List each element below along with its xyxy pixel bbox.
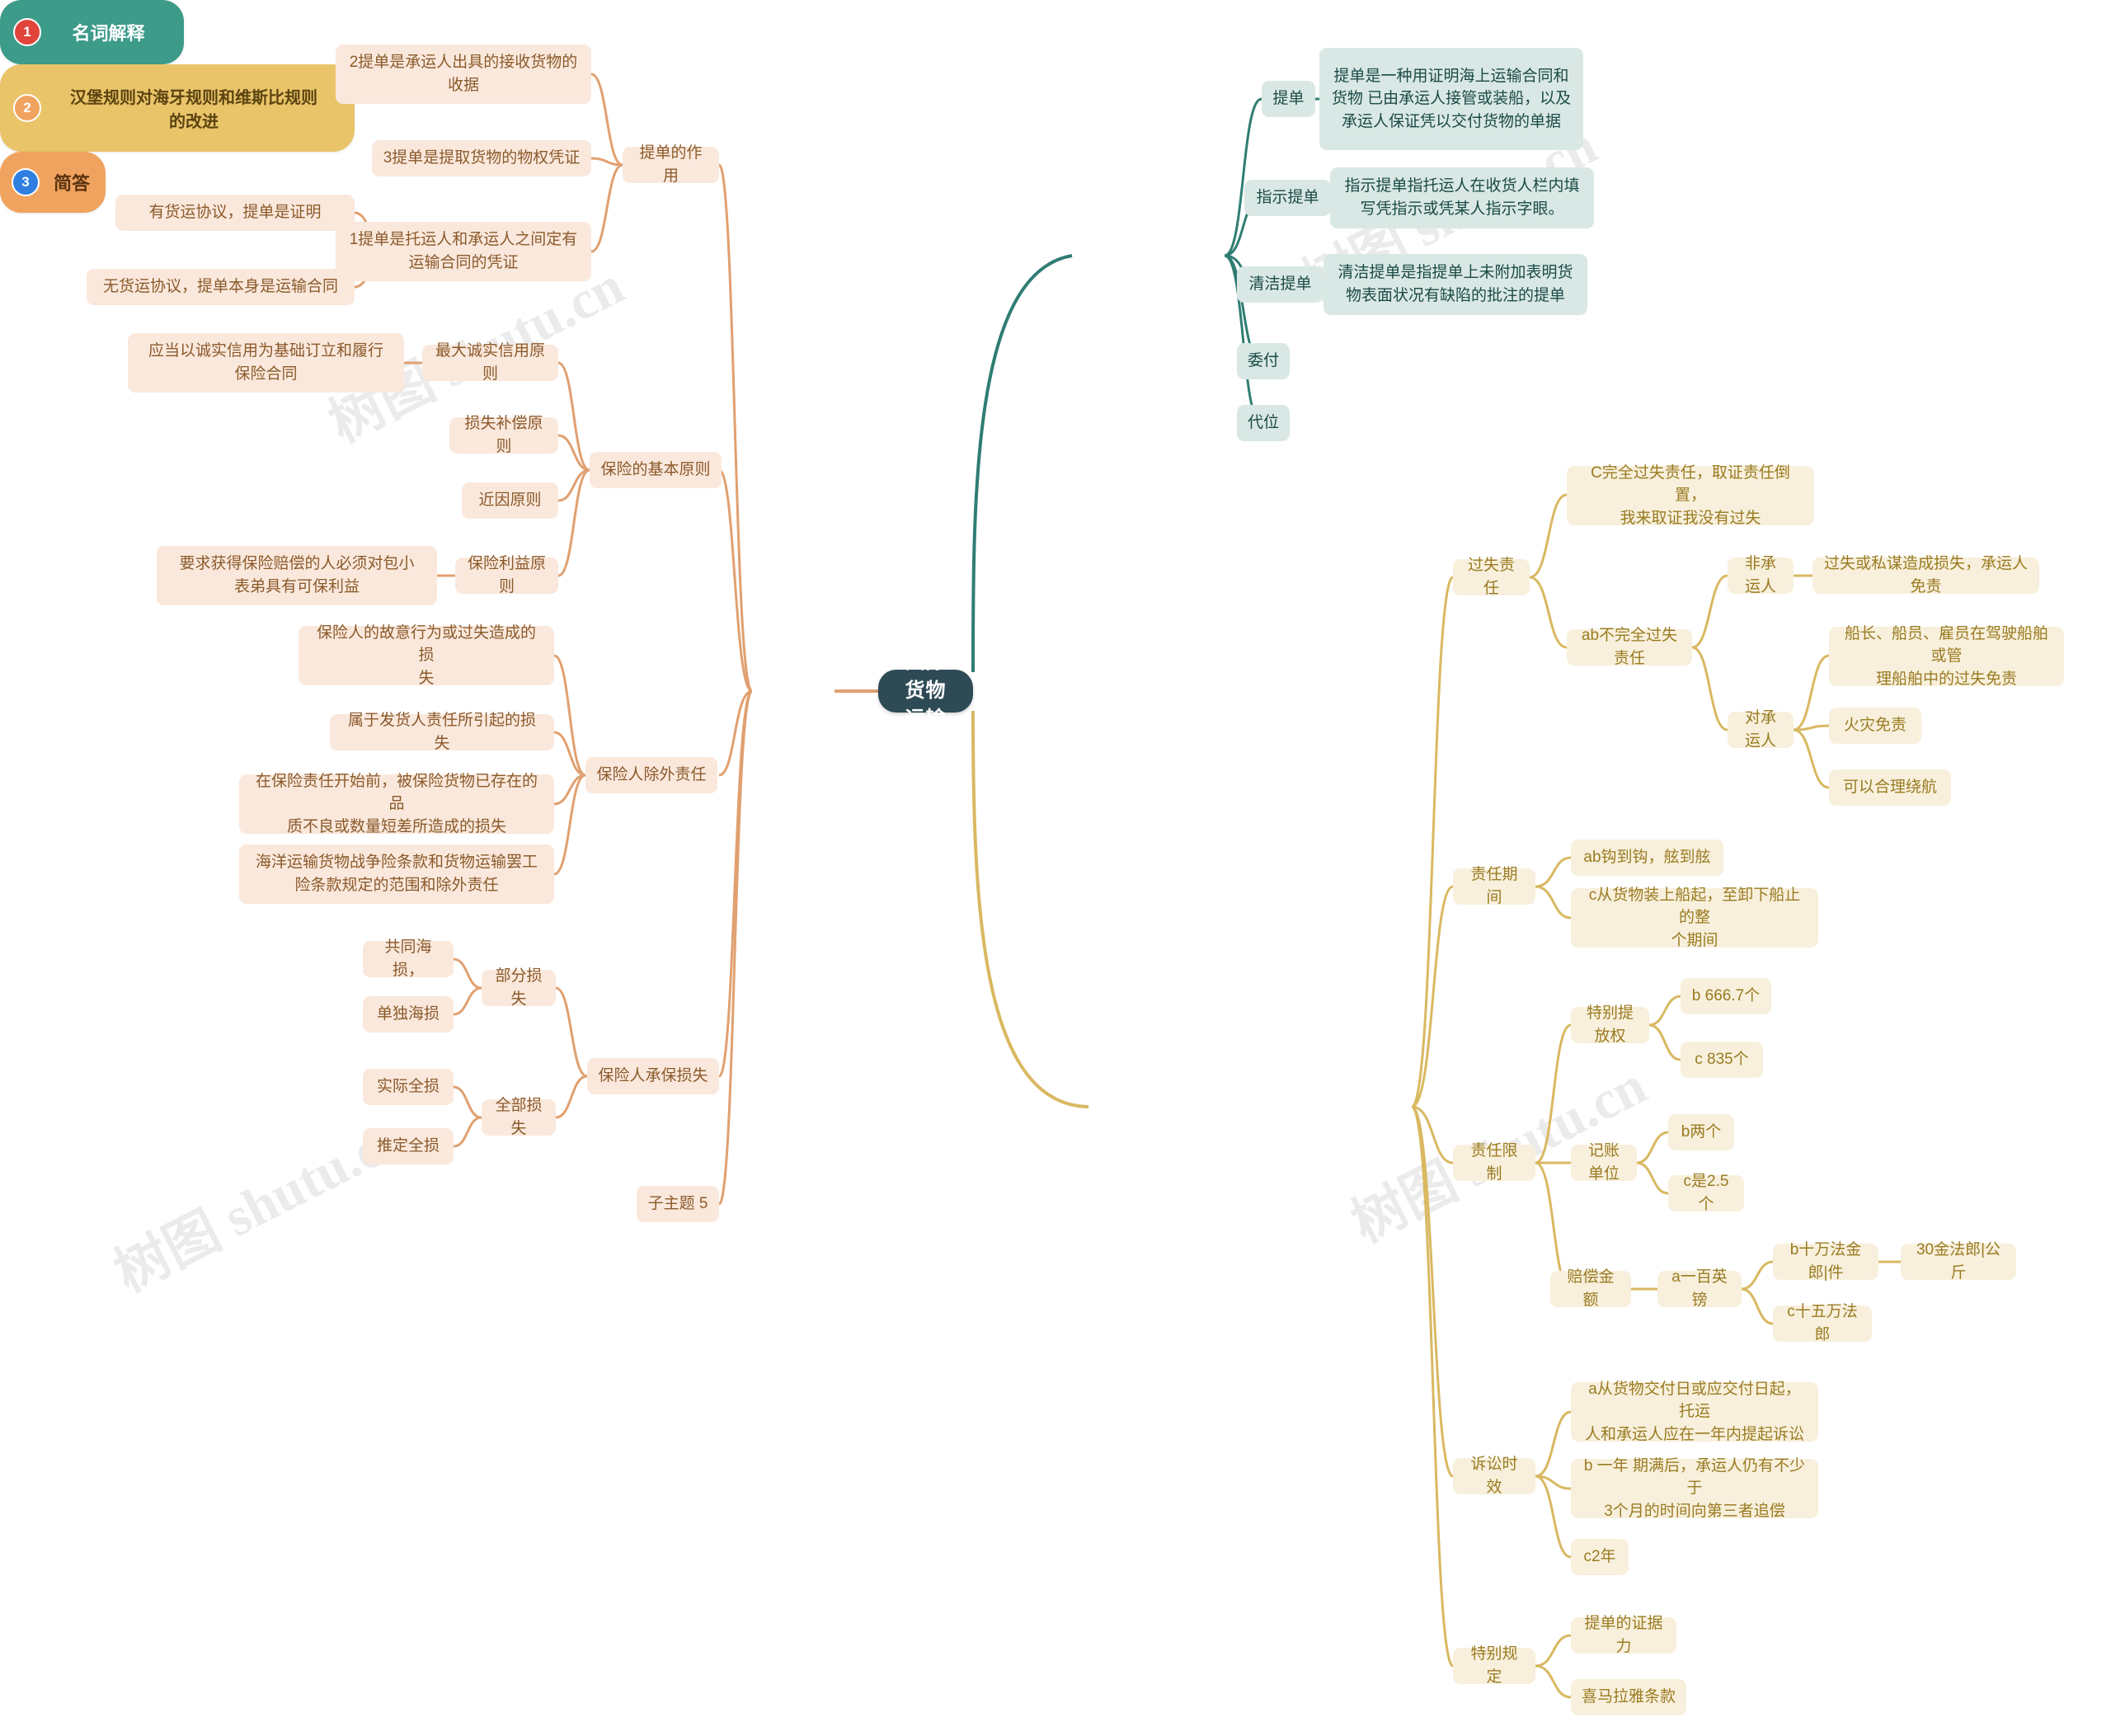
node-zeren-qijian-ab[interactable]: ab钩到钩，舷到舷	[1571, 840, 1723, 876]
node-peichang-b2[interactable]: 30金法郎|公斤	[1901, 1241, 2016, 1282]
node-zeren-xianzhi[interactable]: 责任限制	[1453, 1142, 1535, 1183]
node-susong-shixiao[interactable]: 诉讼时效	[1453, 1456, 1535, 1496]
node-peichang-jine[interactable]: 赔偿金额	[1550, 1268, 1631, 1309]
node-tifangquan-b[interactable]: b 666.7个	[1681, 978, 1771, 1014]
node-weifu[interactable]: 委付	[1237, 343, 1290, 379]
node-peichang-b[interactable]: b十万法金郎|件	[1773, 1241, 1878, 1282]
node-tebie-guiding-2[interactable]: 喜马拉雅条款	[1571, 1679, 1686, 1715]
node-tebie-guiding[interactable]: 特别规定	[1453, 1645, 1535, 1686]
node-susong-b[interactable]: b 一年 期满后，承运人仍有不少于 3个月的时间向第三者追偿	[1571, 1457, 1818, 1520]
node-chengbao-sunshi[interactable]: 保险人承保损失	[587, 1058, 719, 1094]
node-tebie-guiding-1[interactable]: 提单的证据力	[1571, 1615, 1676, 1655]
branch-node-1[interactable]: 1 名词解释	[0, 0, 184, 64]
node-tidan-definition[interactable]: 提单是一种用证明海上运输合同和 货物 已由承运人接管或装船，以及 承运人保证凭以…	[1319, 48, 1583, 150]
node-peichang-a[interactable]: a一百英镑	[1657, 1268, 1742, 1309]
node-tidan-zuoyong[interactable]: 提单的作用	[623, 144, 719, 185]
node-susong-c[interactable]: c2年	[1571, 1539, 1629, 1575]
node-fei-chengyunren[interactable]: 非承运人	[1728, 555, 1794, 595]
node-zeren-qijian-c[interactable]: c从货物装上船起，至卸下船止的整 个期间	[1571, 887, 1818, 949]
node-baoxian-jiben[interactable]: 保险的基本原则	[590, 452, 722, 488]
node-daiwei[interactable]: 代位	[1237, 405, 1290, 441]
node-quanbu-sunshi[interactable]: 全部损失	[482, 1097, 556, 1137]
node-jizhang-danwei[interactable]: 记账单位	[1571, 1142, 1637, 1183]
node-bufen-sunshi[interactable]: 部分损失	[482, 967, 556, 1008]
node-dui-chengyunren-3[interactable]: 可以合理绕航	[1829, 769, 1951, 806]
node-zeren-qijian[interactable]: 责任期间	[1453, 866, 1535, 906]
mindmap-canvas: 树图 shutu.cn 树图 shutu.cn 树图 shutu.cn 树图 s…	[0, 0, 2111, 1736]
node-baoxian-yuanze-3[interactable]: 近因原则	[462, 482, 558, 519]
node-tidan-zuoyong-1[interactable]: 1提单是托运人和承运人之间定有 运输合同的凭证	[336, 222, 591, 281]
node-tidan[interactable]: 提单	[1262, 81, 1315, 117]
branch-node-3[interactable]: 3 简答	[0, 152, 106, 213]
node-chuwai-1[interactable]: 保险人的故意行为或过失造成的损 失	[299, 624, 554, 687]
watermark: 树图 shutu.cn	[106, 1104, 419, 1305]
node-dandu-haisun[interactable]: 单独海损	[363, 996, 454, 1033]
branch-label-2: 汉堡规则对海牙规则和维斯比规则 的改进	[70, 89, 317, 131]
node-jizhang-c[interactable]: c是2.5个	[1668, 1173, 1744, 1213]
node-chuwai-3[interactable]: 在保险责任开始前，被保险货物已存在的品 质不良或数量短差所造成的损失	[239, 773, 554, 835]
node-guoshi-ab[interactable]: ab不完全过失责任	[1567, 627, 1692, 667]
node-dui-chengyunren-2[interactable]: 火灾免责	[1829, 708, 1921, 744]
node-baoxian-yuanze-1[interactable]: 最大诚实信用原则	[422, 342, 558, 383]
node-shiji-quansun[interactable]: 实际全损	[363, 1069, 454, 1105]
node-qingjie-tidan-definition[interactable]: 清洁提单是指提单上未附加表明货 物表面状况有缺陷的批注的提单	[1323, 254, 1587, 315]
root-node[interactable]: 国际货物运输	[878, 651, 973, 730]
node-guoshi-c[interactable]: C完全过失责任，取证责任倒置， 我来取证我没有过失	[1567, 464, 1814, 527]
node-baoxian-yuanze-2[interactable]: 损失补偿原则	[449, 415, 558, 455]
node-gongtong-haisun[interactable]: 共同海损，	[363, 939, 454, 979]
node-tebie-tifangquan[interactable]: 特别提放权	[1571, 1004, 1649, 1045]
node-baoxian-yuanze-1-detail[interactable]: 应当以诚实信用为基础订立和履行 保险合同	[128, 333, 404, 393]
node-tidan-zuoyong-2[interactable]: 2提单是承运人出具的接收货物的 收据	[336, 45, 591, 104]
node-fei-chengyunren-detail[interactable]: 过失或私谋造成损失，承运人免责	[1812, 555, 2039, 595]
node-tidan-zuoyong-3[interactable]: 3提单是提取货物的物权凭证	[372, 140, 591, 176]
node-tuiding-quansun[interactable]: 推定全损	[363, 1128, 454, 1164]
node-chuwai-zeren[interactable]: 保险人除外责任	[585, 757, 717, 793]
node-tidan-zuoyong-1a[interactable]: 有货运协议，提单是证明	[115, 195, 355, 231]
node-zhishi-tidan-definition[interactable]: 指示提单指托运人在收货人栏内填 写凭指示或凭某人指示字眼。	[1330, 167, 1594, 228]
node-zhishi-tidan[interactable]: 指示提单	[1244, 180, 1331, 216]
node-qingjie-tidan[interactable]: 清洁提单	[1237, 266, 1323, 303]
node-susong-a[interactable]: a从货物交付日或应交付日起，托运 人和承运人应在一年内提起诉讼	[1571, 1381, 1818, 1443]
node-baoxian-yuanze-4-detail[interactable]: 要求获得保险赔偿的人必须对包小 表弟具有可保利益	[157, 546, 437, 605]
node-baoxian-yuanze-4[interactable]: 保险利益原则	[455, 555, 558, 595]
node-peichang-c[interactable]: c十五万法郎	[1773, 1303, 1872, 1343]
node-chuwai-2[interactable]: 属于发货人责任所引起的损失	[330, 712, 554, 752]
node-dui-chengyunren[interactable]: 对承运人	[1728, 709, 1794, 750]
node-tidan-zuoyong-1b[interactable]: 无货运协议，提单本身是运输合同	[87, 269, 355, 305]
node-chuwai-4[interactable]: 海洋运输货物战争险条款和货物运输罢工 险条款规定的范围和除外责任	[239, 844, 554, 904]
branch-label-1: 名词解释	[72, 23, 145, 44]
branch-badge-1: 1	[13, 18, 41, 46]
branch-badge-3: 3	[12, 168, 40, 196]
node-tifangquan-c[interactable]: c 835个	[1681, 1042, 1763, 1078]
node-guoshi-zeren[interactable]: 过失责任	[1453, 557, 1530, 597]
branch-node-2[interactable]: 2 汉堡规则对海牙规则和维斯比规则 的改进	[0, 64, 355, 152]
node-dui-chengyunren-1[interactable]: 船长、船员、雇员在驾驶船舶或管 理船舶中的过失免责	[1829, 625, 2064, 688]
node-zizhuti-5[interactable]: 子主题 5	[637, 1186, 719, 1222]
branch-label-3: 简答	[53, 173, 90, 194]
branch-badge-2: 2	[13, 94, 41, 122]
node-jizhang-b[interactable]: b两个	[1668, 1114, 1734, 1150]
